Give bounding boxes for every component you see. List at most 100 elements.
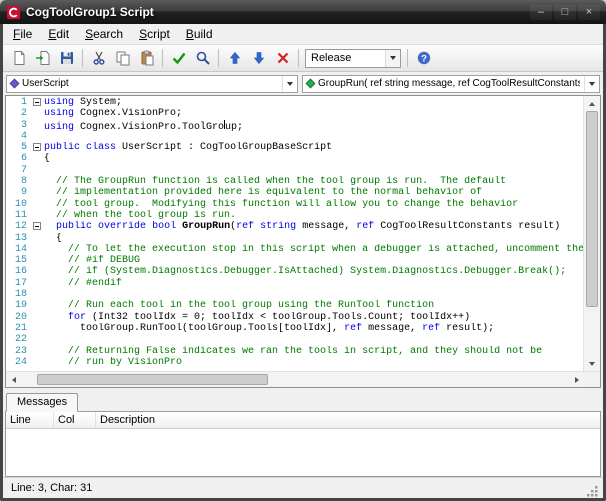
code-line[interactable]: 6{ xyxy=(6,153,583,164)
code-line[interactable]: 22 xyxy=(6,334,583,345)
save-icon[interactable] xyxy=(55,47,78,69)
help-icon[interactable]: ? xyxy=(412,47,435,69)
line-number: 20 xyxy=(14,311,27,323)
code-line[interactable]: 24 // run by VisionPro xyxy=(6,357,583,368)
vertical-scrollbar-track[interactable] xyxy=(584,111,600,356)
fold-margin xyxy=(30,346,44,357)
status-caret-position: Line: 3, Char: 31 xyxy=(11,482,93,494)
code-line[interactable]: 12 public override bool GroupRun(ref str… xyxy=(6,221,583,232)
fold-margin xyxy=(30,233,44,244)
chevron-down-icon[interactable] xyxy=(584,75,599,92)
code-line[interactable]: 13 { xyxy=(6,233,583,244)
scroll-down-icon[interactable] xyxy=(584,356,600,371)
fold-margin[interactable] xyxy=(30,97,44,108)
code-area[interactable]: 1 using System; 2 using Cognex.VisionPro; 3 u… xyxy=(6,96,583,371)
column-header-line[interactable]: Line xyxy=(6,412,54,428)
code-line[interactable]: 21 toolGroup.RunTool(toolGroup.Tools[too… xyxy=(6,323,583,334)
line-number: 18 xyxy=(14,289,27,301)
horizontal-scrollbar-track[interactable] xyxy=(21,372,569,387)
class-combo[interactable]: UserScript xyxy=(6,74,298,93)
vertical-scrollbar[interactable] xyxy=(583,96,600,371)
menu-item-build[interactable]: Build xyxy=(178,25,221,43)
code-line[interactable]: 7 xyxy=(6,165,583,176)
code-line[interactable]: 10 // tool group. Modifying this functio… xyxy=(6,199,583,210)
code-line[interactable]: 17 // #endif xyxy=(6,278,583,289)
fold-margin[interactable] xyxy=(30,142,44,153)
toolbar-separator xyxy=(162,49,163,67)
code-line[interactable]: 20 for (Int32 toolIdx = 0; toolIdx < too… xyxy=(6,312,583,323)
member-combo[interactable]: GroupRun( ref string message, ref CogToo… xyxy=(302,74,600,93)
copy-icon[interactable] xyxy=(111,47,134,69)
line-number: 12 xyxy=(14,221,27,233)
svg-text:?: ? xyxy=(421,53,427,64)
code-line[interactable]: 5 public class UserScript : CogToolGroupB… xyxy=(6,142,583,153)
code-line[interactable]: 14 // To let the execution stop in this … xyxy=(6,244,583,255)
check-script-icon[interactable] xyxy=(167,47,190,69)
resize-grip-icon[interactable] xyxy=(586,485,599,498)
scroll-left-icon[interactable] xyxy=(6,372,21,387)
code-line[interactable]: 8 // The GroupRun function is called whe… xyxy=(6,176,583,187)
menu-item-search[interactable]: Search xyxy=(77,25,131,43)
line-number: 14 xyxy=(14,243,27,255)
line-number: 24 xyxy=(14,356,27,368)
code-line[interactable]: 3 using Cognex.VisionPro.ToolGroup; xyxy=(6,119,583,131)
code-line[interactable]: 11 // when the tool group is run. xyxy=(6,210,583,221)
paste-icon[interactable] xyxy=(135,47,158,69)
menu-item-script[interactable]: Script xyxy=(131,25,178,43)
menu-item-edit[interactable]: Edit xyxy=(40,25,77,43)
find-icon[interactable] xyxy=(191,47,214,69)
code-line[interactable]: 18 xyxy=(6,289,583,300)
fold-collapse-icon[interactable] xyxy=(33,143,41,152)
menu-item-file[interactable]: File xyxy=(5,25,40,43)
messages-tabstrip: Messages xyxy=(3,392,603,412)
code-line[interactable]: 19 // Run each tool in the tool group us… xyxy=(6,300,583,311)
code-line[interactable]: 23 // Returning False indicates we ran t… xyxy=(6,346,583,357)
scroll-right-icon[interactable] xyxy=(569,372,584,387)
horizontal-scrollbar-thumb[interactable] xyxy=(37,374,268,385)
delete-icon[interactable] xyxy=(271,47,294,69)
fold-collapse-icon[interactable] xyxy=(33,98,41,106)
code-line[interactable]: 1 using System; xyxy=(6,97,583,108)
code-line[interactable]: 16 // if (System.Diagnostics.Debugger.Is… xyxy=(6,266,583,277)
fold-margin xyxy=(30,323,44,334)
window-title: CogToolGroup1 Script xyxy=(26,5,154,19)
fold-margin[interactable] xyxy=(30,221,44,232)
chevron-down-icon[interactable] xyxy=(282,75,297,92)
code-line[interactable]: 15 // #if DEBUG xyxy=(6,255,583,266)
class-icon xyxy=(9,78,20,89)
vertical-scrollbar-thumb[interactable] xyxy=(586,111,598,307)
minimize-button[interactable]: – xyxy=(530,4,552,20)
code-line[interactable]: 2 using Cognex.VisionPro; xyxy=(6,108,583,119)
title-bar[interactable]: CogToolGroup1 Script – □ × xyxy=(0,0,606,24)
toolbar-separator xyxy=(218,49,219,67)
move-up-icon[interactable] xyxy=(223,47,246,69)
cut-icon[interactable] xyxy=(87,47,110,69)
move-down-icon[interactable] xyxy=(247,47,270,69)
column-header-description[interactable]: Description xyxy=(96,412,600,428)
fold-margin xyxy=(30,108,44,119)
horizontal-scrollbar[interactable] xyxy=(6,371,600,387)
new-script-icon[interactable] xyxy=(7,47,30,69)
toolbar-separator xyxy=(82,49,83,67)
line-number: 10 xyxy=(14,198,27,210)
tab-messages[interactable]: Messages xyxy=(6,393,79,412)
code-line[interactable]: 4 xyxy=(6,131,583,142)
scroll-up-icon[interactable] xyxy=(584,96,600,111)
line-number: 7 xyxy=(20,164,27,176)
fold-margin xyxy=(30,244,44,255)
close-button[interactable]: × xyxy=(578,4,600,20)
chevron-down-icon[interactable] xyxy=(385,49,400,67)
line-number: 8 xyxy=(20,176,27,188)
code-line[interactable]: 9 // implementation provided here is equ… xyxy=(6,187,583,198)
messages-list-header: Line Col Description xyxy=(6,412,600,429)
maximize-button[interactable]: □ xyxy=(554,4,576,20)
fold-margin xyxy=(30,210,44,221)
toolbar-separator xyxy=(298,49,299,67)
import-script-icon[interactable] xyxy=(31,47,54,69)
column-header-col[interactable]: Col xyxy=(54,412,96,428)
fold-margin xyxy=(30,289,44,300)
fold-collapse-icon[interactable] xyxy=(33,222,41,231)
messages-list-body[interactable] xyxy=(6,429,600,476)
configuration-combo[interactable]: Release xyxy=(305,48,401,68)
line-number: 19 xyxy=(14,300,27,312)
